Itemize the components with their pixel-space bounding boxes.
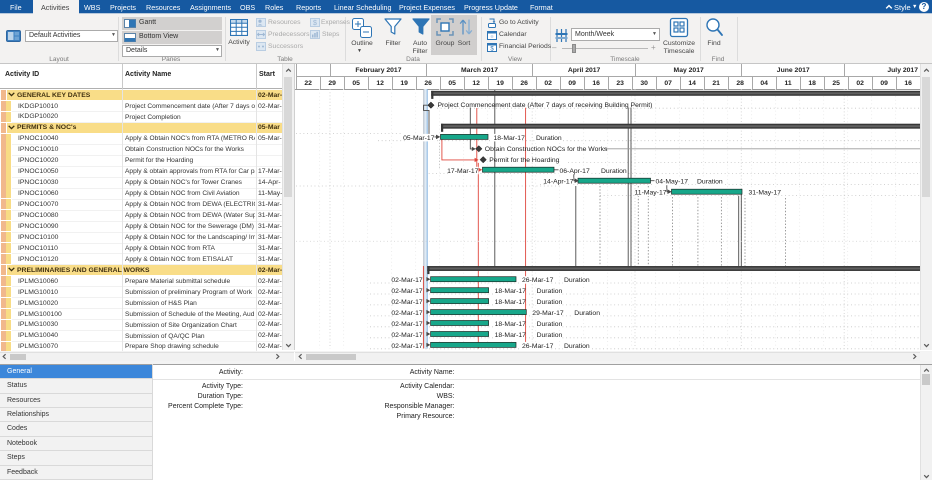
- svg-text:29-Mar-17: 29-Mar-17: [532, 310, 564, 317]
- svg-text:02-Mar-17: 02-Mar-17: [391, 288, 423, 295]
- svg-text:Duration: Duration: [537, 321, 563, 328]
- svg-text:02-Mar-17: 02-Mar-17: [391, 343, 423, 350]
- svg-text:Duration: Duration: [697, 179, 723, 186]
- svg-text:Project Commencement date (Aft: Project Commencement date (After 7 days …: [438, 102, 653, 109]
- svg-text:18-Mar-17: 18-Mar-17: [495, 321, 527, 328]
- svg-text:Obtain Construction NOCs for t: Obtain Construction NOCs for the Works: [485, 146, 608, 153]
- svg-text:Duration: Duration: [536, 135, 562, 142]
- svg-text:Duration: Duration: [537, 332, 563, 339]
- svg-text:06-Apr-17: 06-Apr-17: [560, 168, 590, 175]
- svg-text:17-Mar-17: 17-Mar-17: [447, 168, 479, 175]
- svg-text:02-Mar-17: 02-Mar-17: [391, 310, 423, 317]
- svg-text:Duration: Duration: [537, 299, 563, 306]
- svg-text:04-May-17: 04-May-17: [656, 179, 689, 186]
- svg-text:Duration: Duration: [601, 168, 627, 175]
- svg-text:26-Mar-17: 26-Mar-17: [522, 343, 554, 350]
- svg-text:18-Mar-17: 18-Mar-17: [495, 288, 527, 295]
- svg-text:14-Apr-17: 14-Apr-17: [543, 179, 573, 186]
- svg-text:Permit for the Hoarding: Permit for the Hoarding: [489, 157, 559, 164]
- svg-text:11-May-17: 11-May-17: [635, 190, 667, 197]
- svg-text:02-Mar-17: 02-Mar-17: [391, 277, 423, 284]
- svg-text:Duration: Duration: [574, 310, 600, 317]
- svg-text:18-Mar-17: 18-Mar-17: [495, 299, 527, 306]
- svg-text:26-Mar-17: 26-Mar-17: [522, 277, 554, 284]
- svg-text:02-Mar-17: 02-Mar-17: [391, 299, 423, 306]
- svg-text:02-Mar-17: 02-Mar-17: [391, 321, 423, 328]
- svg-text:18-Mar-17: 18-Mar-17: [494, 135, 526, 142]
- svg-text:Duration: Duration: [564, 343, 590, 350]
- svg-text:05-Mar-17: 05-Mar-17: [403, 135, 435, 142]
- svg-text:Duration: Duration: [537, 288, 563, 295]
- svg-text:02-Mar-17: 02-Mar-17: [391, 332, 423, 339]
- svg-text:18-Mar-17: 18-Mar-17: [495, 332, 527, 339]
- svg-text:$: $: [313, 20, 317, 27]
- svg-text:Duration: Duration: [564, 277, 590, 284]
- svg-text:31-May-17: 31-May-17: [749, 190, 782, 197]
